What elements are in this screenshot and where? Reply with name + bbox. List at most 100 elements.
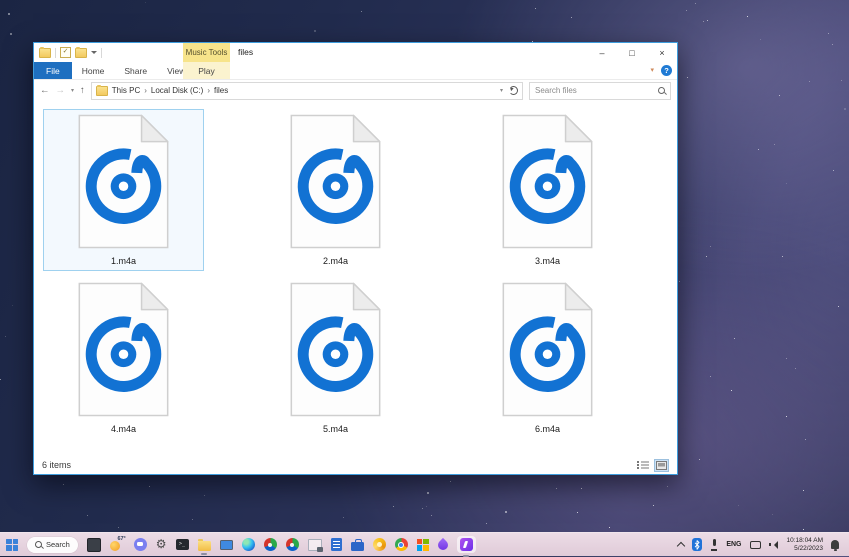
divider	[101, 47, 102, 58]
start-button[interactable]	[6, 538, 18, 551]
taskbar-app-purple[interactable]	[435, 537, 450, 552]
taskbar-app-browser-gold[interactable]	[372, 538, 386, 551]
taskbar-app-file-explorer[interactable]	[197, 538, 211, 555]
help-button[interactable]: ?	[661, 65, 672, 76]
chat-icon	[133, 538, 147, 551]
taskbar-app-settings[interactable]: ⚙	[156, 538, 167, 551]
address-field[interactable]: This PC › Local Disk (C:) › files ▾	[90, 81, 523, 100]
microphone-icon[interactable]	[710, 538, 718, 551]
taskbar-app-store[interactable]	[416, 538, 429, 551]
item-count: 6 items	[42, 460, 72, 470]
taskbar-app-toolbox[interactable]	[350, 538, 364, 551]
music-tools-contextual-tab[interactable]: Music Tools	[183, 43, 230, 62]
tray-time: 10:18:04 AM	[786, 537, 824, 544]
taskbar-app-media-1[interactable]	[263, 538, 277, 551]
taskbar-app-clipchamp[interactable]	[456, 536, 476, 557]
m4a-file-icon	[288, 281, 383, 418]
purple-drop-icon	[435, 537, 450, 552]
weather-temp: 67°	[117, 535, 126, 542]
up-button[interactable]: ↑	[80, 86, 85, 96]
breadcrumb-this-pc[interactable]: This PC	[112, 86, 140, 95]
system-tray: ENG 10:18:04 AM 5/22/2023	[677, 537, 843, 552]
weather-widget[interactable]: 67°	[109, 535, 126, 552]
tab-play[interactable]: Play	[183, 62, 230, 79]
task-view-button[interactable]	[86, 537, 101, 552]
expand-ribbon-icon[interactable]: ▾	[650, 67, 654, 74]
recent-locations-caret-icon[interactable]: ▾	[71, 87, 74, 94]
large-icons-view-button[interactable]	[654, 458, 669, 472]
taskbar-app-window-layout[interactable]	[307, 538, 323, 552]
edge-icon	[241, 538, 255, 551]
media-disc-icon	[285, 538, 299, 551]
divider	[55, 47, 56, 58]
m4a-file-icon	[500, 113, 595, 250]
tab-home[interactable]: Home	[72, 62, 115, 79]
breadcrumb-files[interactable]: files	[214, 86, 228, 95]
tab-file[interactable]: File	[34, 62, 72, 79]
taskbar-app-terminal[interactable]: >_	[175, 539, 189, 550]
breadcrumb-local-disk[interactable]: Local Disk (C:)	[151, 86, 203, 95]
search-input[interactable]	[535, 86, 658, 95]
address-bar: ← → ▾ ↑ This PC › Local Disk (C:) › file…	[34, 80, 677, 101]
toolbox-icon	[350, 538, 364, 551]
hidden-icons-chevron-icon[interactable]	[677, 541, 686, 550]
m4a-file-icon	[76, 281, 171, 418]
back-button[interactable]: ←	[40, 86, 50, 96]
status-bar: 6 items	[34, 456, 677, 474]
taskbar-app-chrome[interactable]	[394, 538, 408, 551]
file-item-3[interactable]: 3.m4a	[467, 109, 628, 271]
media-disc-icon	[263, 538, 277, 551]
breadcrumb-separator: ›	[144, 86, 147, 95]
search-box[interactable]	[529, 81, 671, 100]
minimize-button[interactable]: –	[587, 43, 617, 62]
explorer-icon	[39, 46, 51, 58]
properties-button[interactable]: ✓	[60, 47, 71, 58]
file-item-1[interactable]: 1.m4a	[43, 109, 204, 271]
file-name: 2.m4a	[322, 256, 348, 266]
windows-logo-icon	[6, 538, 18, 551]
file-item-6[interactable]: 6.m4a	[467, 277, 628, 439]
refresh-icon[interactable]	[509, 86, 518, 95]
taskbar-app-movies[interactable]	[219, 539, 233, 550]
language-indicator[interactable]: ENG	[726, 541, 741, 548]
taskbar-app-chat[interactable]	[133, 538, 147, 551]
details-view-button[interactable]	[635, 459, 650, 472]
taskbar: Search 67° ⚙ >_ ENG 10:18:04 AM 5/22/202…	[0, 532, 849, 557]
address-dropdown-icon[interactable]: ▾	[500, 87, 503, 94]
taskbar-app-edge[interactable]	[241, 538, 255, 551]
m4a-file-icon	[288, 113, 383, 250]
maximize-button[interactable]: □	[617, 43, 647, 62]
file-name: 1.m4a	[110, 256, 136, 266]
open-app-indicator	[201, 552, 208, 555]
taskbar-app-media-2[interactable]	[285, 538, 299, 551]
search-icon	[35, 541, 42, 548]
file-name: 4.m4a	[110, 424, 136, 434]
file-explorer-window: ✓ Music Tools files – □ × File Home Shar…	[33, 42, 678, 475]
touch-keyboard-icon[interactable]	[749, 540, 761, 549]
document-icon	[330, 538, 342, 551]
chrome-icon	[394, 538, 408, 551]
notifications-bell-icon[interactable]	[831, 540, 839, 551]
close-button[interactable]: ×	[647, 43, 677, 62]
new-folder-button[interactable]	[75, 46, 87, 58]
gear-icon: ⚙	[155, 537, 167, 551]
m4a-file-icon	[76, 113, 171, 250]
file-item-2[interactable]: 2.m4a	[255, 109, 416, 271]
window-title: files	[238, 47, 254, 57]
file-name: 6.m4a	[534, 424, 560, 434]
clock[interactable]: 10:18:04 AM 5/22/2023	[787, 537, 824, 552]
taskbar-search[interactable]: Search	[27, 536, 78, 553]
ribbon-tabs: File Home Share View Play ▾ ?	[34, 62, 677, 80]
quick-access-toolbar: ✓	[34, 46, 102, 58]
volume-icon[interactable]	[768, 540, 779, 550]
forward-button[interactable]: →	[56, 86, 66, 96]
file-name: 3.m4a	[534, 256, 560, 266]
bluetooth-icon[interactable]	[692, 538, 703, 551]
file-item-5[interactable]: 5.m4a	[255, 277, 416, 439]
file-item-4[interactable]: 4.m4a	[43, 277, 204, 439]
tab-share[interactable]: Share	[114, 62, 157, 79]
customize-qat-caret-icon[interactable]	[91, 51, 97, 57]
m4a-file-icon	[500, 281, 595, 418]
taskbar-app-notes[interactable]	[330, 538, 342, 551]
file-list-area[interactable]: 1.m4a 2.m4a 3.m4a 4.m4a 5.m4a 6.m4a	[34, 101, 677, 457]
